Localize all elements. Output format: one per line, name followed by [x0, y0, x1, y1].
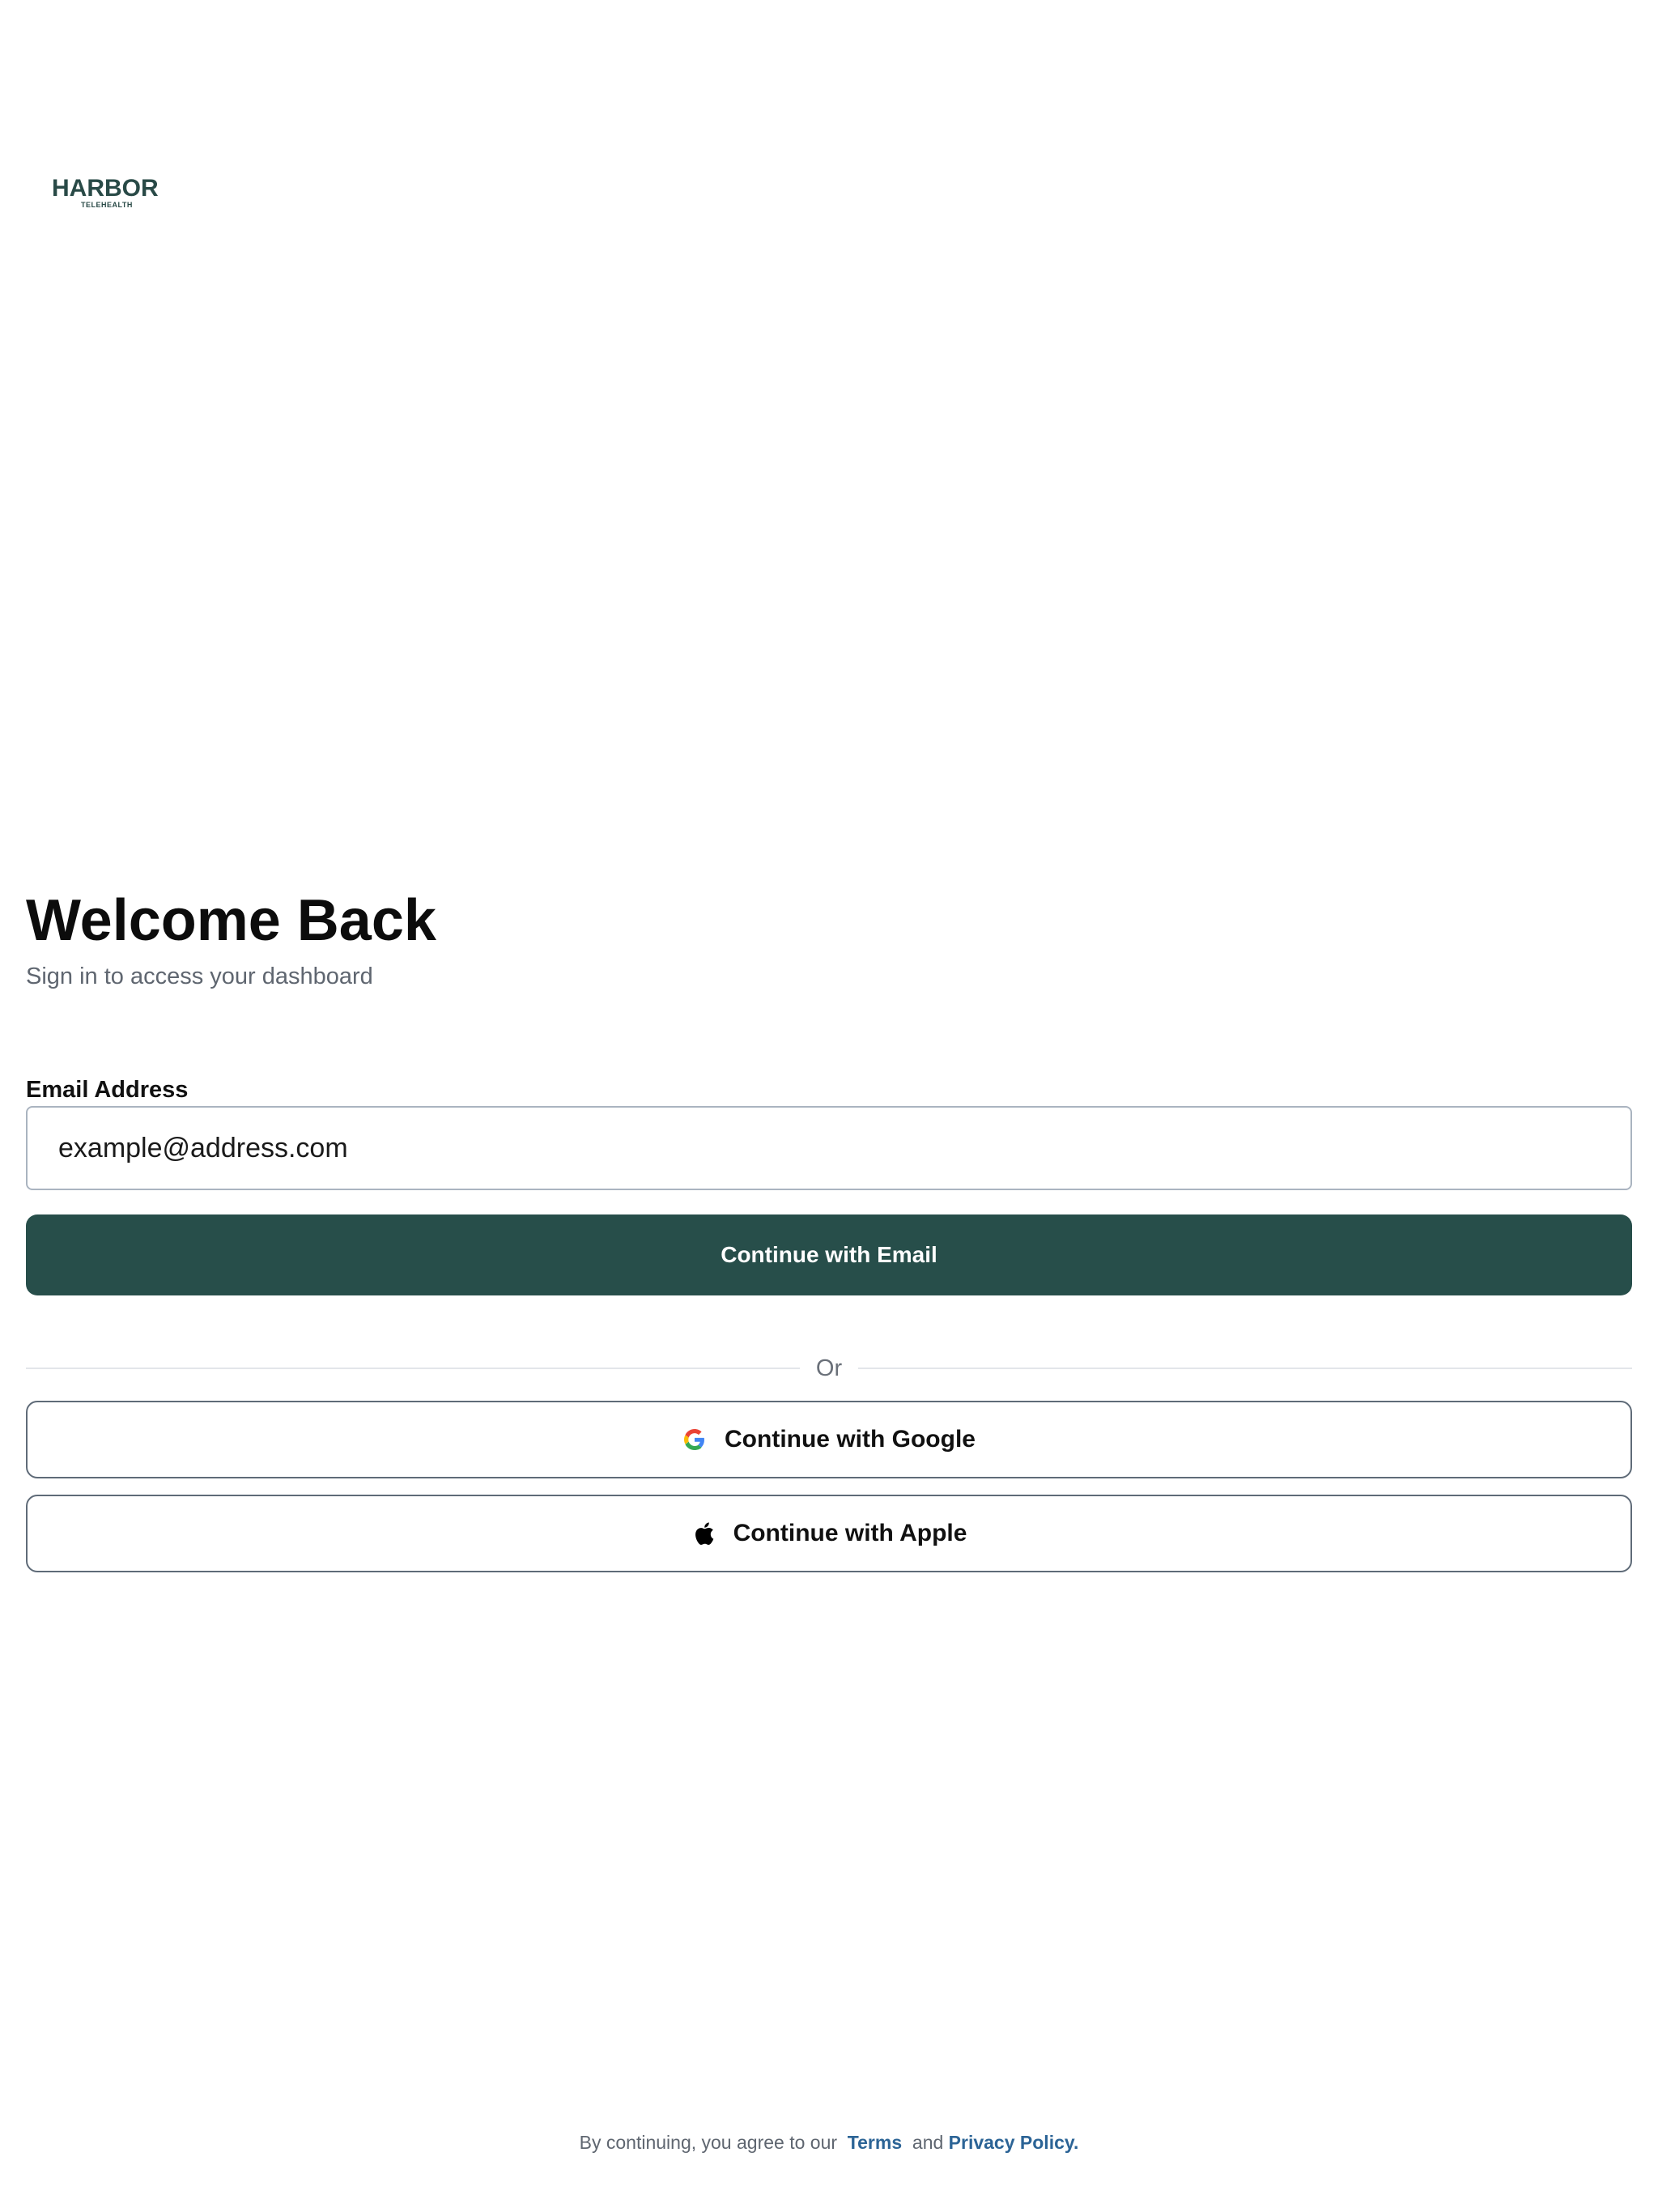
continue-with-apple-label: Continue with Apple — [733, 1520, 967, 1546]
harbor-logo: HARBOR TELEHEALTH — [52, 177, 165, 211]
continue-with-apple-button[interactable]: Continue with Apple — [26, 1495, 1632, 1572]
continue-with-google-label: Continue with Google — [725, 1426, 976, 1453]
divider-line-left — [26, 1368, 800, 1369]
apple-icon — [691, 1521, 716, 1546]
continue-with-google-button[interactable]: Continue with Google — [26, 1401, 1632, 1478]
email-label: Email Address — [26, 1077, 189, 1103]
continue-with-email-button[interactable]: Continue with Email — [26, 1214, 1632, 1295]
page-subtitle: Sign in to access your dashboard — [26, 963, 373, 989]
divider-label: Or — [815, 1355, 843, 1381]
logo-tagline: TELEHEALTH — [81, 201, 133, 209]
legal-footer: By continuing, you agree to our Terms an… — [0, 2129, 1658, 2155]
footer-conjunction: and — [912, 2132, 944, 2153]
page-title: Welcome Back — [26, 888, 436, 953]
terms-link[interactable]: Terms — [848, 2132, 902, 2153]
or-divider: Or — [26, 1352, 1632, 1385]
footer-prefix: By continuing, you agree to our — [579, 2132, 838, 2153]
logo-wordmark: HARBOR — [52, 175, 159, 202]
continue-with-email-label: Continue with Email — [721, 1242, 937, 1267]
email-input[interactable] — [26, 1106, 1632, 1190]
google-icon — [682, 1427, 707, 1452]
divider-line-right — [858, 1368, 1632, 1369]
privacy-policy-link[interactable]: Privacy Policy. — [949, 2132, 1079, 2153]
